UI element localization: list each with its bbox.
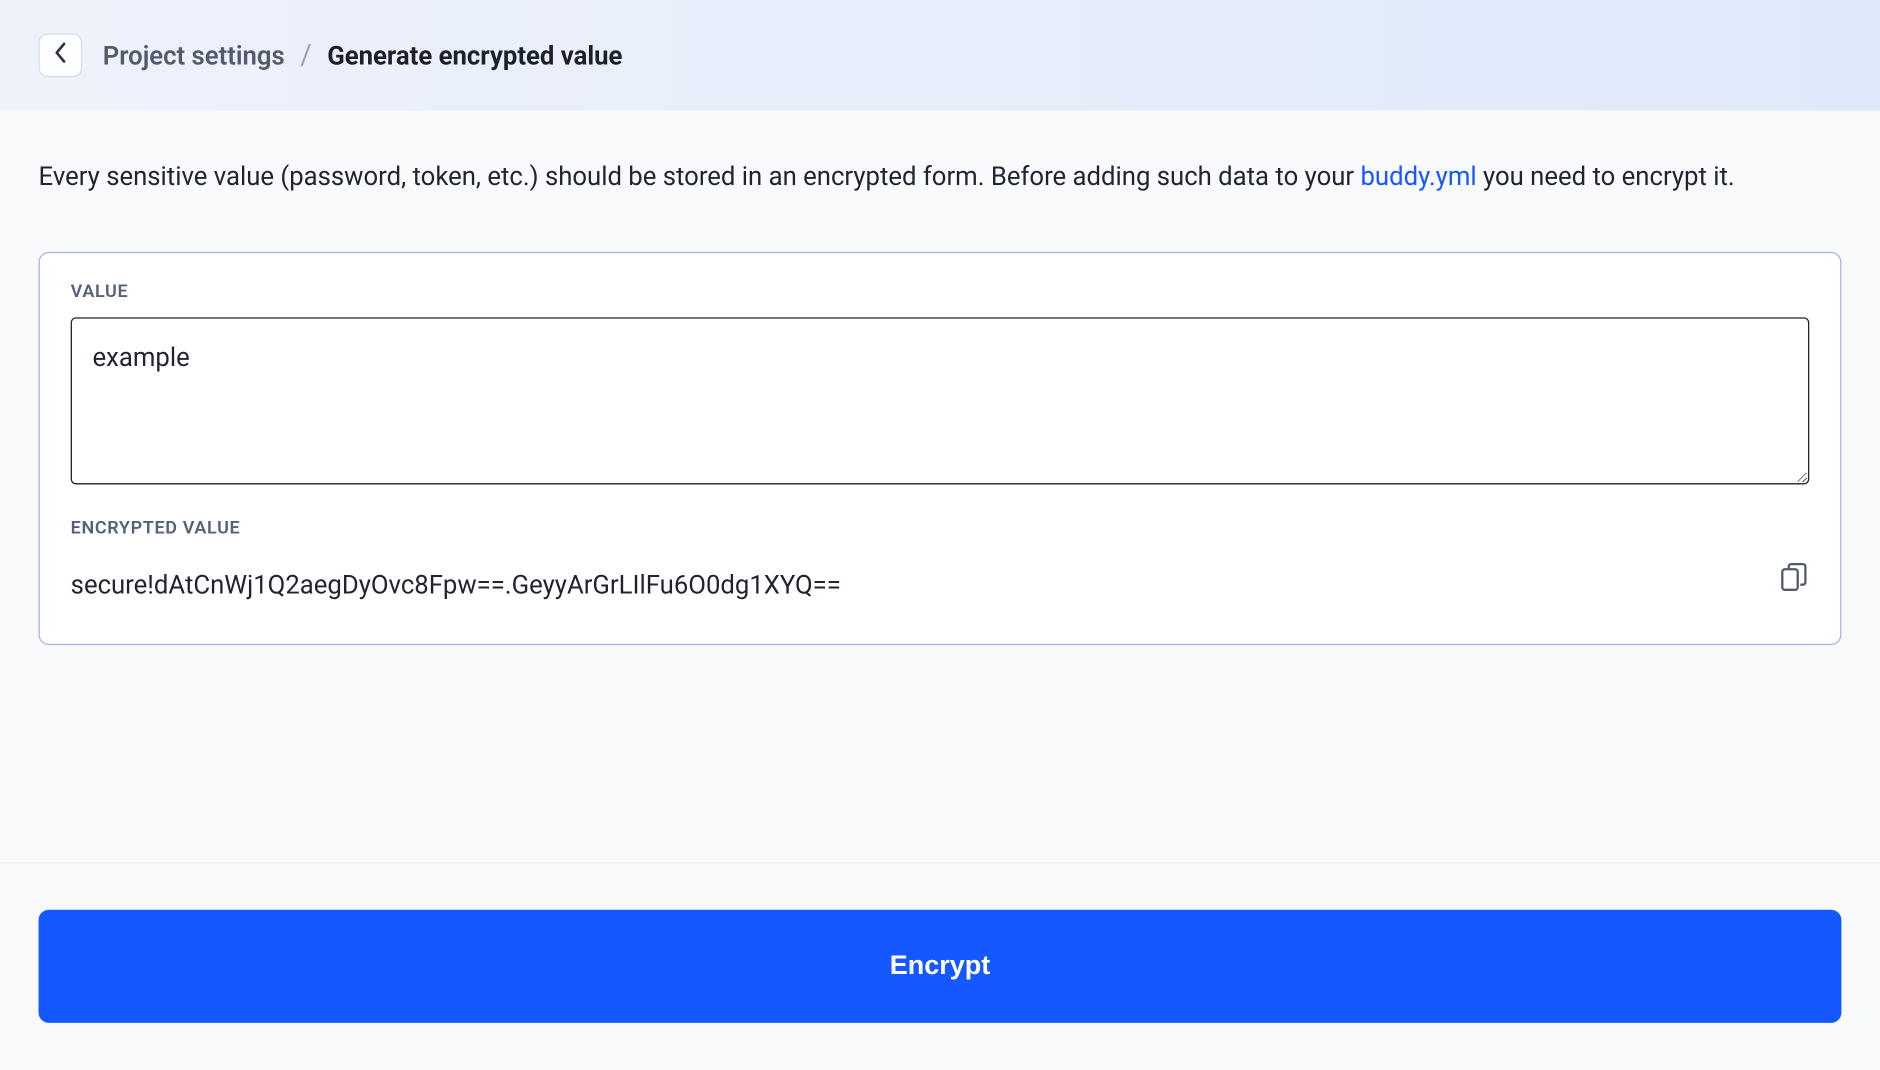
- main-content: Every sensitive value (password, token, …: [0, 111, 1880, 646]
- page-header: Project settings / Generate encrypted va…: [0, 0, 1880, 111]
- copy-icon: [1781, 563, 1807, 596]
- encrypted-value-label: ENCRYPTED VALUE: [71, 518, 1810, 539]
- buddy-yml-link[interactable]: buddy.yml: [1360, 161, 1476, 192]
- breadcrumb-separator: /: [300, 39, 312, 71]
- description-text-before: Every sensitive value (password, token, …: [39, 161, 1361, 192]
- encrypt-card: VALUE ENCRYPTED VALUE secure!dAtCnWj1Q2a…: [39, 252, 1842, 645]
- value-input[interactable]: [71, 317, 1810, 484]
- value-label: VALUE: [71, 281, 1810, 302]
- encrypted-value-output: secure!dAtCnWj1Q2aegDyOvc8Fpw==.GeyyArGr…: [71, 554, 1758, 605]
- page-description: Every sensitive value (password, token, …: [39, 152, 1842, 201]
- copy-button[interactable]: [1778, 564, 1809, 595]
- footer: Encrypt: [0, 862, 1880, 1069]
- chevron-left-icon: [54, 42, 67, 68]
- encrypt-button[interactable]: Encrypt: [39, 910, 1842, 1023]
- breadcrumb-parent[interactable]: Project settings: [103, 40, 285, 71]
- back-button[interactable]: [39, 33, 83, 77]
- breadcrumb-current: Generate encrypted value: [327, 40, 622, 71]
- description-text-after: you need to encrypt it.: [1477, 161, 1735, 192]
- encrypted-section: ENCRYPTED VALUE secure!dAtCnWj1Q2aegDyOv…: [71, 518, 1810, 605]
